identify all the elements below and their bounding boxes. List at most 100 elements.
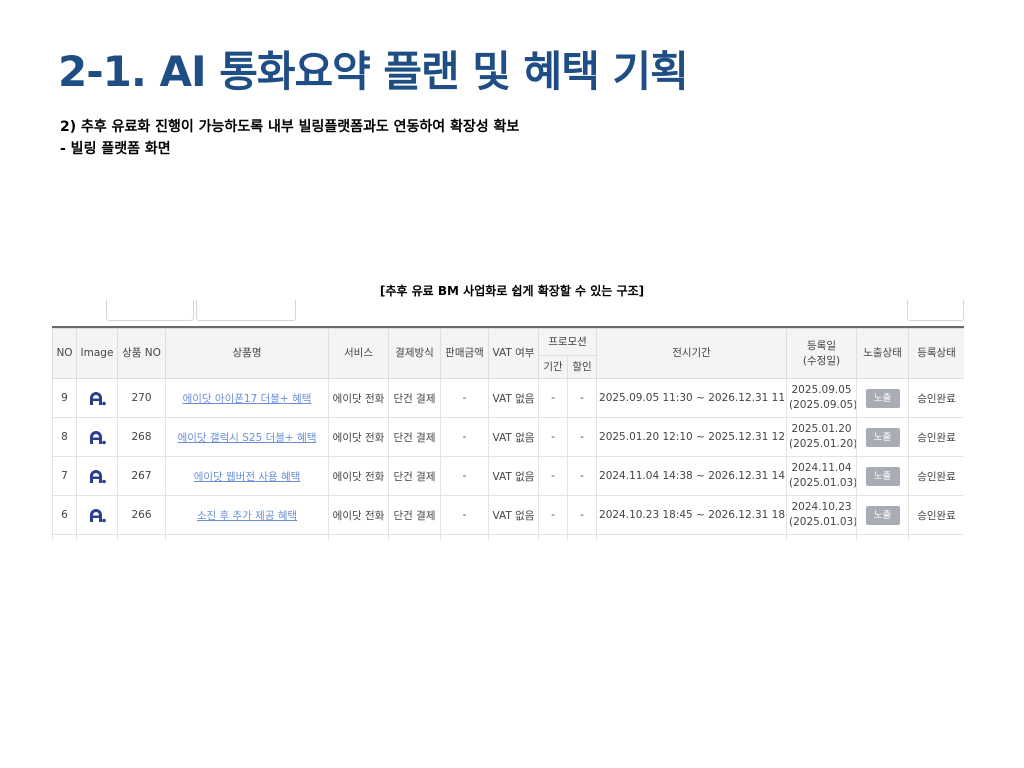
cell-price: - xyxy=(440,378,489,418)
a-dot-logo-icon xyxy=(88,429,106,445)
product-name-link[interactable]: 소진 후 추가 제공 혜택 xyxy=(197,510,297,522)
reg-date: 2024.11.04 xyxy=(791,462,852,474)
table-row[interactable]: 8 268 에이닷 갤럭시 S25 더블+ 혜택 에이닷 전화 단건 결제 - VAT 없음… xyxy=(52,417,964,457)
cell-vat: VAT 없음 xyxy=(488,417,539,457)
cell-exposure: 노출 xyxy=(856,495,910,535)
header-vat: VAT 여부 xyxy=(488,328,539,379)
cell-display-period: 2024.10.23 18:45 ~ 2026.12.31 18:45 xyxy=(596,495,788,535)
cell-exposure: 노출 xyxy=(856,456,910,496)
exposure-button[interactable]: 노출 xyxy=(865,388,900,408)
cell-vat: VAT 없음 xyxy=(488,456,539,496)
table-row[interactable]: 7 267 에이닷 웹버전 사용 혜택 에이닷 전화 단건 결제 - VAT 없음 - -202… xyxy=(52,456,964,496)
cell-product-no: 270 xyxy=(117,378,166,418)
cell-reg-date: 2025.01.20 (2025.01.20) xyxy=(786,417,858,457)
cell-exposure: 노출 xyxy=(856,378,910,418)
cell-product-no: 268 xyxy=(117,417,166,457)
header-image: Image xyxy=(76,328,118,379)
cell-promo-period: - xyxy=(538,456,568,496)
cell-promo-period: - xyxy=(538,495,568,535)
cell-display-period: 2024.11.04 14:38 ~ 2026.12.31 14:38 xyxy=(596,456,788,496)
reg-date: 2024.10.23 xyxy=(791,501,852,513)
header-no: NO xyxy=(52,328,77,379)
mod-date: (2025.09.05) xyxy=(789,399,857,411)
cell-status: 승인완료 xyxy=(908,456,964,496)
cell-product-name: 에이닷 아이폰17 더블+ 혜택 xyxy=(165,378,329,418)
cell-status: 승인완료 xyxy=(908,378,964,418)
cell-payment: 단건 결제 xyxy=(388,495,441,535)
empty-cell xyxy=(117,534,166,540)
cell-product-name: 에이닷 웹버전 사용 혜택 xyxy=(165,456,329,496)
cell-service: 에이닷 전화 xyxy=(328,378,389,418)
mod-date: (2025.01.03) xyxy=(789,477,857,489)
cell-reg-date: 2024.11.04 (2025.01.03) xyxy=(786,456,858,496)
empty-cell xyxy=(488,534,539,540)
cell-no: 6 xyxy=(52,495,77,535)
empty-cell xyxy=(538,534,568,540)
header-promo-discount: 할인 xyxy=(566,355,598,379)
cell-image xyxy=(76,378,118,418)
a-dot-logo-icon xyxy=(88,507,106,523)
cell-service: 에이닷 전화 xyxy=(328,495,389,535)
empty-cell xyxy=(388,534,441,540)
empty-cell xyxy=(440,534,489,540)
table-row-partial xyxy=(52,534,964,540)
reg-date: 2025.01.20 xyxy=(791,423,852,435)
slide-subtitle: 2) 추후 유료화 진행이 가능하도록 내부 빌링플랫폼과도 연동하여 확장성 … xyxy=(60,116,519,160)
empty-cell xyxy=(76,534,118,540)
header-reg-date-line1: 등록일 xyxy=(807,339,836,352)
empty-cell xyxy=(165,534,329,540)
subtitle-line-1: 2) 추후 유료화 진행이 가능하도록 내부 빌링플랫폼과도 연동하여 확장성 … xyxy=(60,119,520,135)
empty-cell xyxy=(328,534,389,540)
cell-price: - xyxy=(440,495,489,535)
cell-vat: VAT 없음 xyxy=(488,495,539,535)
cell-exposure: 노출 xyxy=(856,417,910,457)
empty-cell xyxy=(52,534,77,540)
cell-promo-period: - xyxy=(538,378,568,418)
empty-cell xyxy=(856,534,910,540)
a-dot-logo-icon xyxy=(88,390,106,406)
cell-price: - xyxy=(440,456,489,496)
a-dot-logo-icon xyxy=(88,468,106,484)
filter-field[interactable] xyxy=(907,300,964,321)
header-service: 서비스 xyxy=(328,328,389,379)
cell-image xyxy=(76,495,118,535)
header-reg-date: 등록일 (수정일) xyxy=(786,328,858,379)
cell-price: - xyxy=(440,417,489,457)
table-row[interactable]: 6 266 소진 후 추가 제공 혜택 에이닷 전화 단건 결제 - VAT 없음 - -202… xyxy=(52,495,964,535)
mod-date: (2025.01.20) xyxy=(789,438,857,450)
cell-reg-date: 2024.10.23 (2025.01.03) xyxy=(786,495,858,535)
subtitle-line-2: - 빌링 플랫폼 화면 xyxy=(60,141,171,157)
table-row[interactable]: 9 270 에이닷 아이폰17 더블+ 혜택 에이닷 전화 단건 결제 - VAT 없음 - -… xyxy=(52,378,964,418)
cell-promo-discount: - xyxy=(566,417,598,457)
empty-cell xyxy=(908,534,964,540)
filter-field[interactable] xyxy=(106,300,194,321)
cell-status: 승인완료 xyxy=(908,495,964,535)
exposure-button[interactable]: 노출 xyxy=(865,427,900,447)
cell-product-no: 267 xyxy=(117,456,166,496)
cell-service: 에이닷 전화 xyxy=(328,417,389,457)
mod-date: (2025.01.03) xyxy=(789,516,857,528)
cell-status: 승인완료 xyxy=(908,417,964,457)
header-exposure: 노출상태 xyxy=(856,328,910,379)
cell-payment: 단건 결제 xyxy=(388,417,441,457)
exposure-button[interactable]: 노출 xyxy=(865,505,900,525)
filter-field[interactable] xyxy=(196,300,296,321)
cell-product-no: 266 xyxy=(117,495,166,535)
header-display-period: 전시기간 xyxy=(596,328,788,379)
cell-promo-discount: - xyxy=(566,495,598,535)
header-promo-period: 기간 xyxy=(538,355,568,379)
empty-cell xyxy=(566,534,598,540)
exposure-button[interactable]: 노출 xyxy=(865,466,900,486)
cell-payment: 단건 결제 xyxy=(388,378,441,418)
cell-reg-date: 2025.09.05 (2025.09.05) xyxy=(786,378,858,418)
empty-cell xyxy=(596,534,788,540)
cell-payment: 단건 결제 xyxy=(388,456,441,496)
product-name-link[interactable]: 에이닷 웹버전 사용 혜택 xyxy=(194,471,301,483)
cell-promo-discount: - xyxy=(566,456,598,496)
billing-product-table: NO Image 상품 NO 상품명 서비스 결제방식 판매금액 VAT 여부 … xyxy=(52,326,964,540)
cell-no: 8 xyxy=(52,417,77,457)
header-promotion: 프로모션 xyxy=(537,328,598,356)
product-name-link[interactable]: 에이닷 아이폰17 더블+ 혜택 xyxy=(183,393,312,405)
product-name-link[interactable]: 에이닷 갤럭시 S25 더블+ 혜택 xyxy=(178,432,317,444)
screenshot-caption: [추후 유료 BM 사업화로 쉽게 확장할 수 있는 구조] xyxy=(379,284,645,298)
